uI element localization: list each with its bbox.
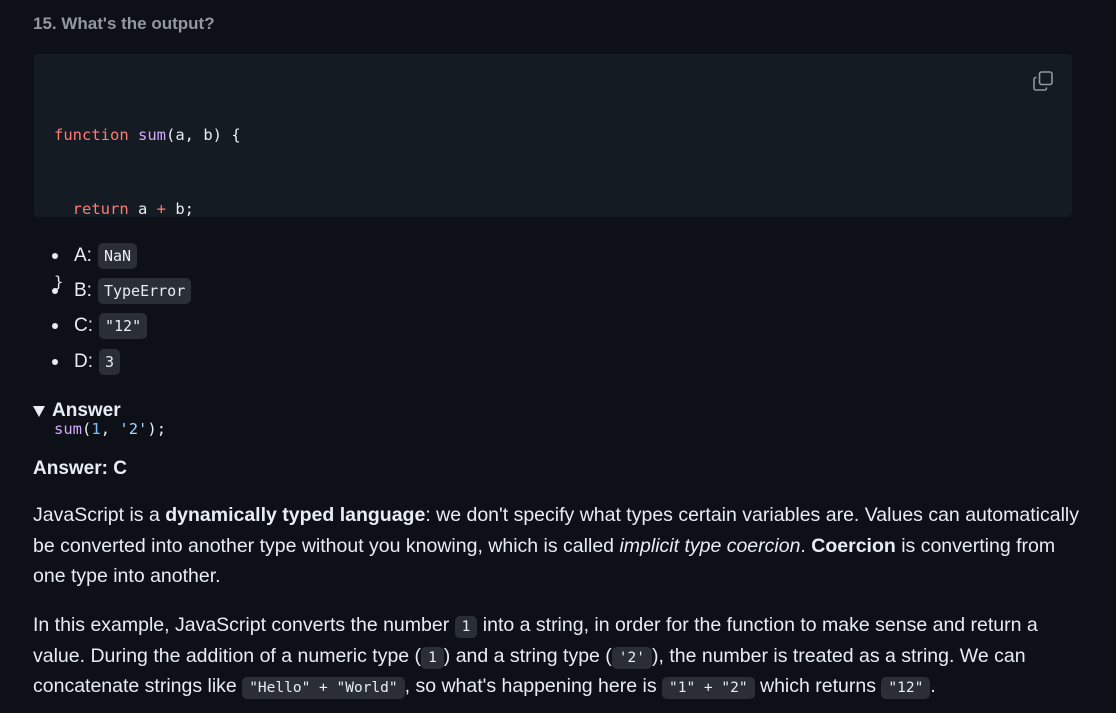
option-value: TypeError (97, 277, 192, 304)
option-c: C: "12" (33, 309, 191, 344)
text: In this example, JavaScript converts the… (33, 614, 455, 636)
text: ) and a string type ( (443, 644, 612, 667)
answer-toggle-label: Answer (52, 400, 121, 421)
bold-text: Coercion (811, 534, 896, 557)
text: which returns (754, 675, 882, 697)
inline-code: "Hello" + "World" (242, 677, 405, 699)
option-a: A: NaN (33, 238, 191, 273)
code-line-2: return a + b; (54, 197, 241, 222)
copy-button[interactable] (1030, 68, 1056, 94)
code-string: '2' (119, 420, 148, 438)
answer-toggle[interactable]: Answer (33, 396, 121, 426)
question-title: 15. What's the output? (33, 14, 215, 33)
explanation-paragraph-2: In this example, JavaScript converts the… (33, 610, 1083, 702)
bullet (52, 323, 58, 330)
code-function-name: sum (138, 126, 166, 144)
option-letter: C: (74, 315, 93, 337)
option-b: B: TypeError (33, 273, 192, 308)
option-value: NaN (97, 242, 138, 269)
answer-heading: Answer: C (33, 458, 127, 479)
code-line-1: function sum(a, b) { (54, 123, 241, 148)
option-letter: A: (74, 244, 92, 266)
inline-code: 1 (421, 646, 444, 669)
copy-icon (1033, 71, 1053, 91)
italic-text: implicit type coercion (619, 534, 801, 557)
code-operator: + (156, 199, 167, 218)
bullet (52, 358, 58, 365)
text: . (800, 534, 812, 557)
bold-text: dynamically typed language (165, 504, 426, 526)
code-params: (a, b) { (166, 126, 241, 144)
answer-options: A: NaN B: TypeError C: "12" D: 3 (33, 238, 192, 379)
code-operand: a (128, 199, 157, 218)
text: , so what's happening here is (404, 675, 662, 697)
bullet (52, 252, 58, 259)
code-paren: ); (147, 420, 167, 438)
text: JavaScript is a (33, 504, 166, 526)
option-value: "12" (99, 313, 148, 340)
inline-code: "1" + "2" (662, 677, 755, 699)
inline-code: "12" (881, 677, 931, 699)
code-keyword: return (72, 199, 129, 218)
code-block: function sum(a, b) { return a + b; } sum… (34, 54, 1072, 438)
code-operand: b; (166, 199, 195, 218)
option-letter: B: (74, 279, 92, 301)
bullet (52, 287, 58, 294)
question-page: 15. What's the output? function sum(a, b… (0, 0, 1116, 713)
code-keyword: function (54, 126, 129, 144)
option-value: 3 (99, 348, 121, 375)
explanation-paragraph-1: JavaScript is a dynamically typed langua… (33, 500, 1083, 592)
text: . (930, 675, 936, 697)
inline-code: '2' (611, 646, 652, 669)
triangle-down-icon (33, 406, 45, 417)
option-d: D: 3 (33, 344, 191, 379)
inline-code: 1 (454, 616, 478, 638)
option-letter: D: (74, 350, 93, 372)
